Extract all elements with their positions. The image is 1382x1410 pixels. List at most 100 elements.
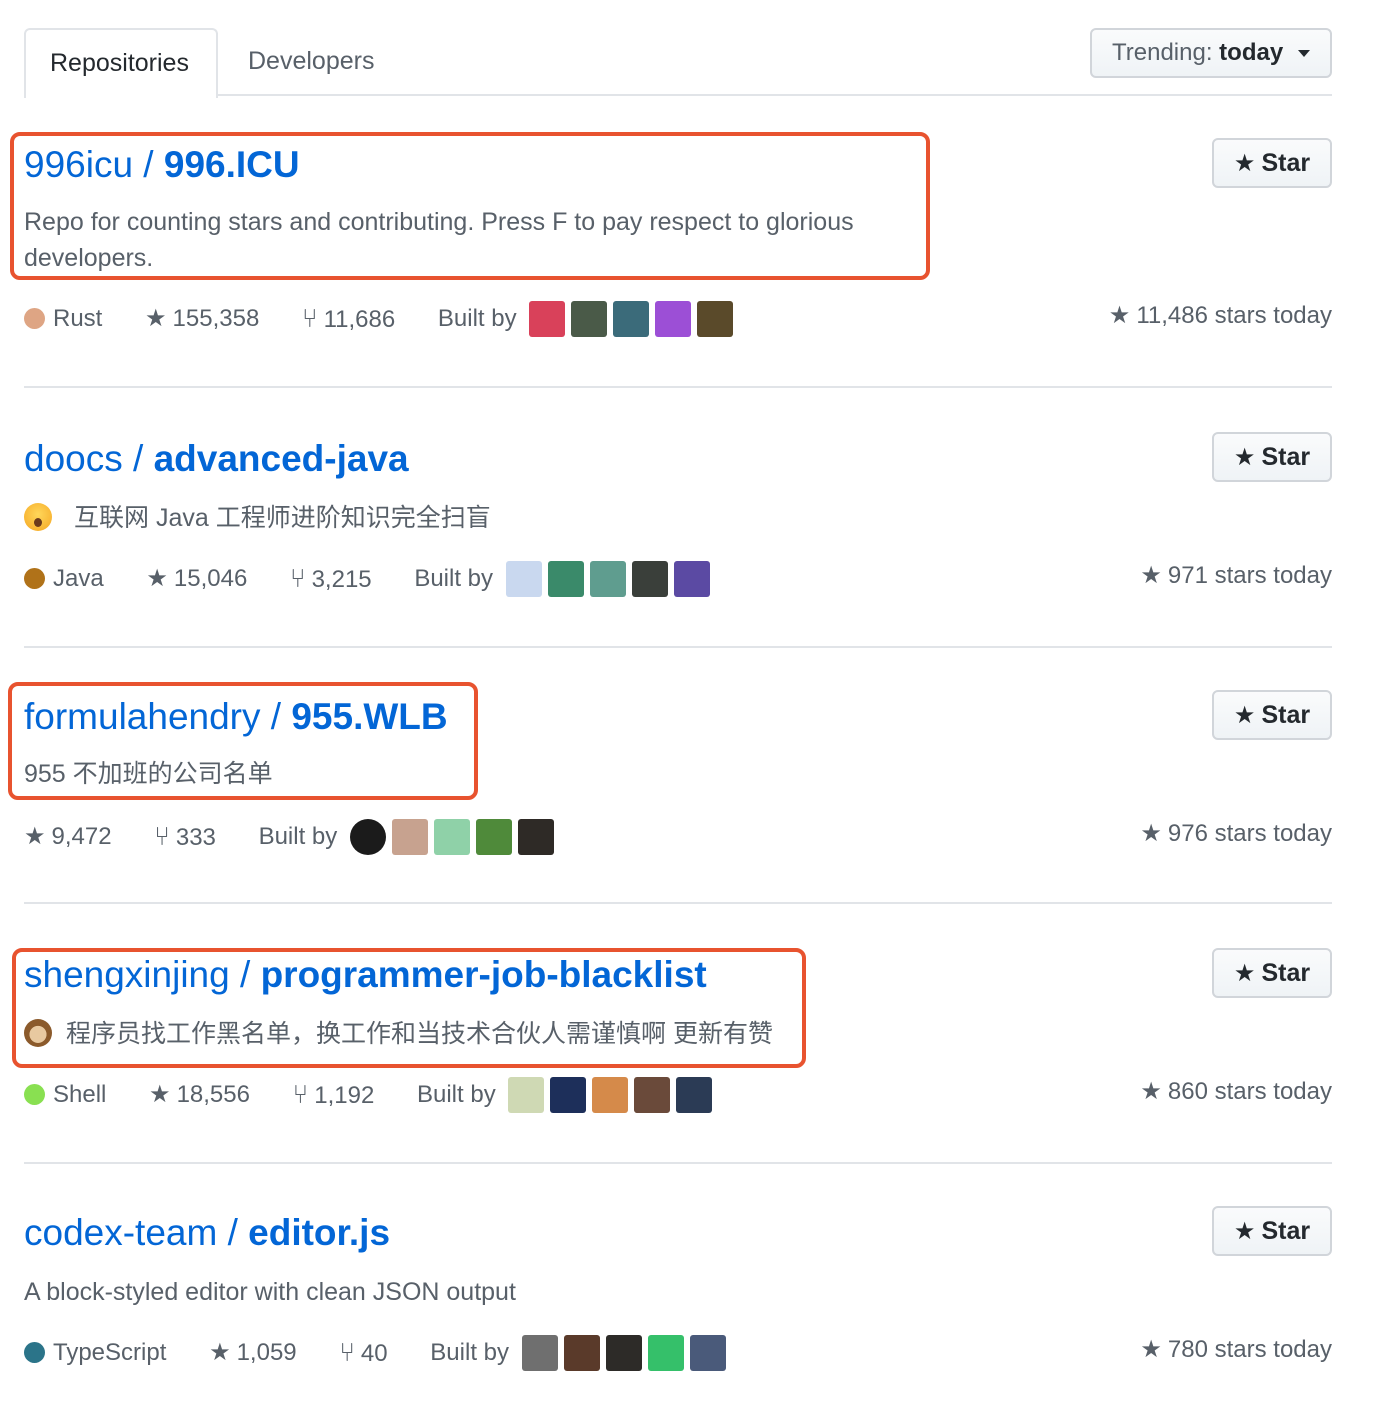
avatar[interactable] — [697, 301, 734, 338]
repo-title-link[interactable]: codex-team / editor.js — [24, 1212, 390, 1254]
avatar[interactable] — [634, 1077, 671, 1114]
repo-language: Java — [24, 561, 104, 597]
star-button[interactable]: ★ Star — [1212, 1206, 1332, 1256]
fork-icon: ⑂ — [289, 563, 306, 593]
repo-forks-link[interactable]: ⑂ 333 — [154, 818, 216, 856]
star-icon: ★ — [146, 565, 168, 592]
repo-forks-link[interactable]: ⑂ 40 — [339, 1334, 387, 1372]
avatar[interactable] — [647, 1335, 684, 1372]
repo-language: Shell — [24, 1077, 106, 1113]
divider — [24, 1162, 1332, 1164]
language-color-dot — [24, 568, 45, 589]
trending-period-dropdown[interactable]: Trending: today — [1090, 28, 1332, 78]
star-icon: ★ — [1233, 960, 1256, 987]
star-icon: ★ — [1108, 302, 1131, 329]
built-by: Built by — [438, 301, 734, 338]
star-icon: ★ — [1233, 150, 1256, 177]
avatar[interactable] — [529, 301, 566, 338]
avatar[interactable] — [508, 1077, 545, 1114]
avatar[interactable] — [605, 1335, 642, 1372]
fork-icon: ⑂ — [154, 821, 170, 851]
built-by: Built by — [417, 1077, 713, 1114]
star-icon: ★ — [1233, 1218, 1256, 1245]
star-icon: ★ — [1140, 562, 1162, 589]
avatar[interactable] — [631, 561, 668, 598]
repo-language: Rust — [24, 301, 102, 337]
fork-icon: ⑂ — [292, 1079, 309, 1109]
stars-today: ★ 860 stars today — [1140, 1078, 1332, 1105]
avatar[interactable] — [655, 301, 692, 338]
tabs-divider — [24, 94, 1332, 96]
avatar[interactable] — [589, 561, 626, 598]
avatar[interactable] — [563, 1335, 600, 1372]
built-by: Built by — [430, 1335, 726, 1372]
language-color-dot — [24, 1084, 45, 1105]
avatar[interactable] — [676, 1077, 713, 1114]
repo-stars-link[interactable]: ★ 155,358 — [145, 301, 259, 337]
astonished-face-emoji — [24, 503, 52, 531]
star-icon: ★ — [24, 823, 46, 850]
avatar[interactable] — [673, 561, 710, 598]
repo-stars-link[interactable]: ★ 18,556 — [149, 1077, 250, 1113]
avatar[interactable] — [433, 819, 470, 856]
avatar[interactable] — [613, 301, 650, 338]
language-color-dot — [24, 1342, 45, 1363]
highlight-box — [8, 682, 478, 800]
star-button[interactable]: ★ Star — [1212, 948, 1332, 998]
divider — [24, 902, 1332, 904]
avatar[interactable] — [550, 1077, 587, 1114]
star-icon: ★ — [209, 1339, 231, 1366]
repo-forks-link[interactable]: ⑂ 1,192 — [293, 1076, 375, 1114]
star-button[interactable]: ★ Star — [1212, 138, 1332, 188]
avatar[interactable] — [517, 819, 554, 856]
stars-today: ★ 976 stars today — [1140, 820, 1332, 847]
star-icon: ★ — [1140, 1336, 1162, 1363]
repo-forks-link[interactable]: ⑂ 11,686 — [302, 300, 395, 338]
repo-description: A block-styled editor with clean JSON ou… — [24, 1278, 516, 1306]
built-by: Built by — [414, 561, 710, 598]
star-icon: ★ — [1233, 444, 1256, 471]
repo-item: doocs / advanced-java 互联网 Java 工程师进阶知识完全… — [24, 426, 1332, 636]
divider — [24, 646, 1332, 648]
star-icon: ★ — [145, 305, 167, 332]
highlight-box — [10, 132, 930, 280]
repo-meta: Shell ★ 18,556 ⑂ 1,192 Built by — [24, 1076, 713, 1114]
star-button[interactable]: ★ Star — [1212, 690, 1332, 740]
language-color-dot — [24, 308, 45, 329]
tab-repositories[interactable]: Repositories — [24, 28, 218, 98]
repo-meta: Rust ★ 155,358 ⑂ 11,686 Built by — [24, 300, 734, 338]
trending-value: today — [1219, 39, 1284, 66]
repo-language: TypeScript — [24, 1335, 166, 1371]
stars-today: ★ 971 stars today — [1140, 562, 1332, 589]
repo-stars-link[interactable]: ★ 1,059 — [209, 1335, 297, 1371]
repo-meta: TypeScript ★ 1,059 ⑂ 40 Built by — [24, 1334, 726, 1372]
avatar[interactable] — [475, 819, 512, 856]
repo-forks-link[interactable]: ⑂ 3,215 — [290, 560, 372, 598]
caret-down-icon — [1297, 50, 1310, 58]
repo-meta: ★ 9,472 ⑂ 333 Built by — [24, 818, 554, 856]
repo-item: codex-team / editor.js A block-styled ed… — [24, 1202, 1332, 1402]
avatar[interactable] — [547, 561, 584, 598]
built-by: Built by — [259, 819, 554, 856]
repo-title-link[interactable]: doocs / advanced-java — [24, 438, 409, 480]
avatar[interactable] — [521, 1335, 558, 1372]
stars-today: ★ 780 stars today — [1140, 1336, 1332, 1363]
avatar[interactable] — [689, 1335, 726, 1372]
star-icon: ★ — [149, 1081, 171, 1108]
fork-icon: ⑂ — [339, 1337, 355, 1367]
avatar[interactable] — [391, 819, 428, 856]
star-icon: ★ — [1233, 702, 1256, 729]
star-button[interactable]: ★ Star — [1212, 432, 1332, 482]
avatar[interactable] — [592, 1077, 629, 1114]
highlight-box — [12, 948, 806, 1068]
trending-label: Trending: — [1112, 39, 1213, 66]
repo-description: 互联网 Java 工程师进阶知识完全扫盲 — [24, 500, 491, 536]
avatar[interactable] — [571, 301, 608, 338]
repo-stars-link[interactable]: ★ 15,046 — [146, 561, 247, 597]
avatar[interactable] — [349, 819, 386, 856]
repo-stars-link[interactable]: ★ 9,472 — [24, 819, 112, 855]
repo-meta: Java ★ 15,046 ⑂ 3,215 Built by — [24, 560, 710, 598]
star-icon: ★ — [1140, 820, 1162, 847]
tab-developers[interactable]: Developers — [224, 28, 398, 94]
avatar[interactable] — [505, 561, 542, 598]
